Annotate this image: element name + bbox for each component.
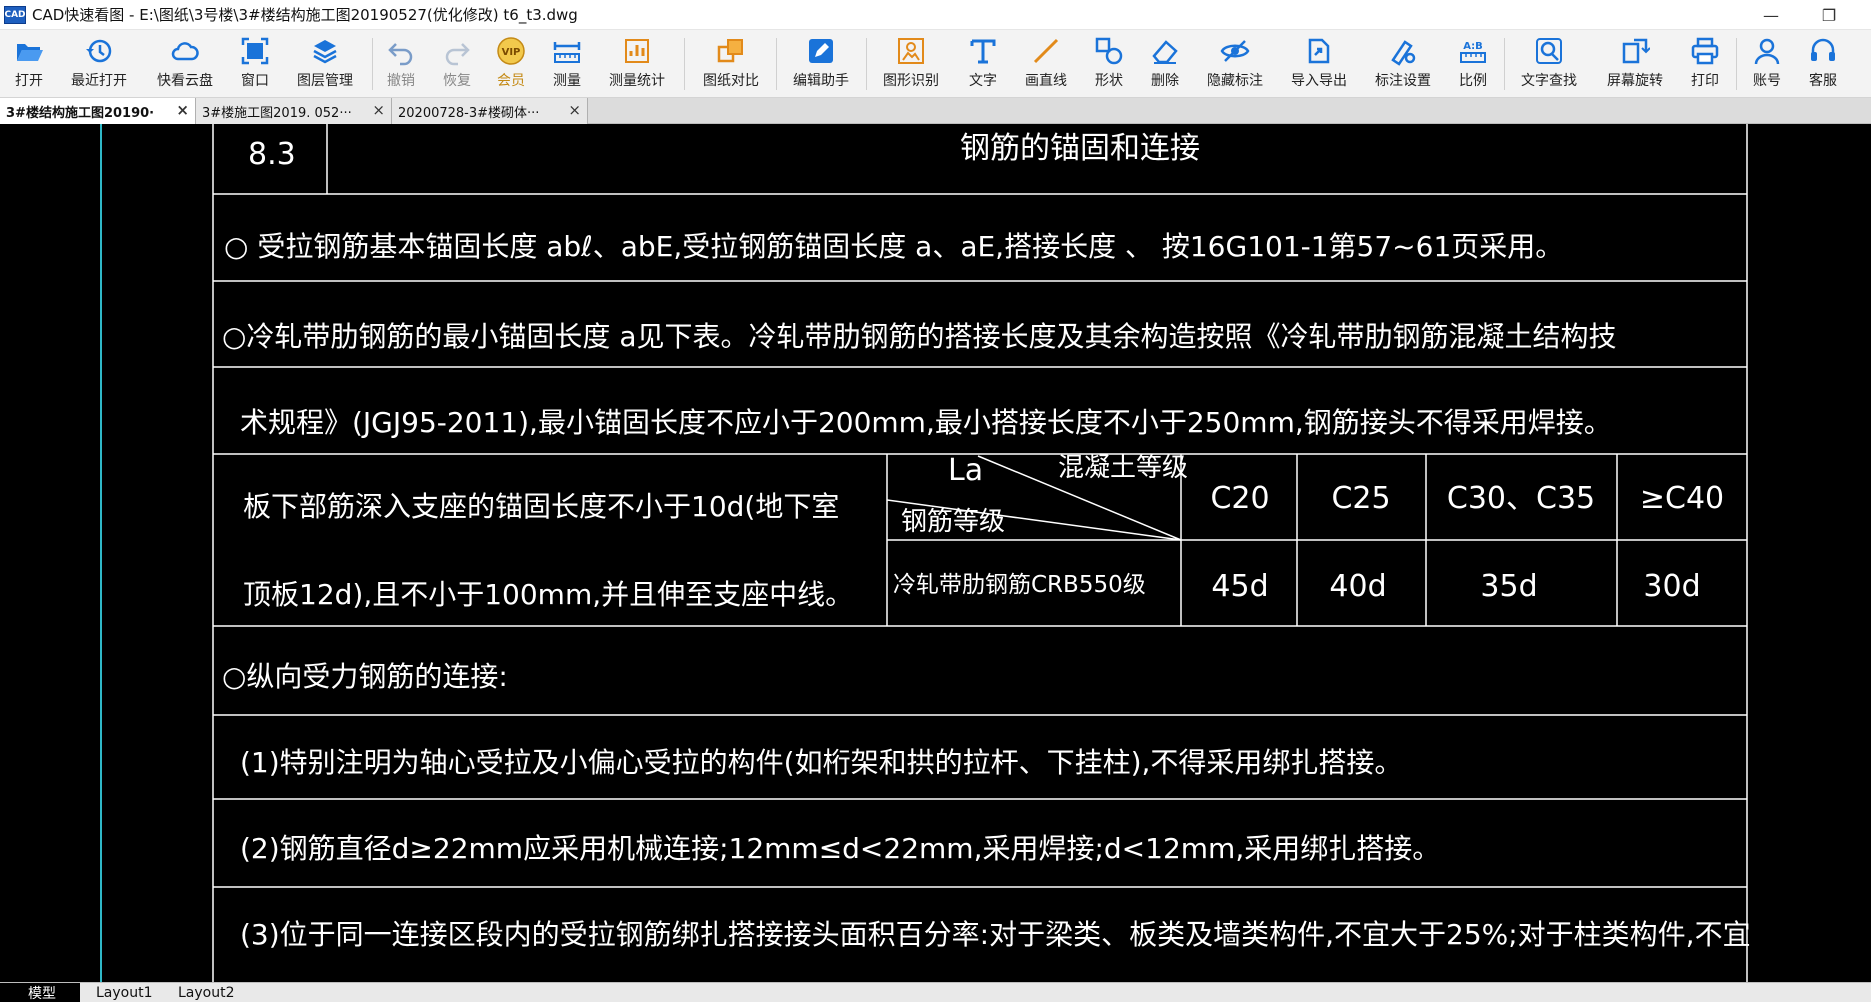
rotate-icon <box>1622 38 1650 64</box>
draw-line-button[interactable]: 画直线 <box>1022 32 1070 96</box>
spec-line-1: ○ 受拉钢筋基本锚固长度 abℓ、abE,受拉钢筋锚固长度 a、aE,搭接长度 … <box>224 230 1563 263</box>
steel-type: 冷轧带肋钢筋CRB550级 <box>893 572 1146 598</box>
customer-service-button[interactable]: 客服 <box>1806 32 1840 96</box>
text-tool-button[interactable]: 文字 <box>966 32 1000 96</box>
spec-line-7: (1)特别注明为轴心受拉及小偏心受拉的构件(如桁架和拱的拉杆、下挂柱),不得采用… <box>240 746 1402 779</box>
grade-c20: C20 <box>1210 481 1269 516</box>
folder-open-icon <box>17 44 43 61</box>
section-number: 8.3 <box>248 137 296 172</box>
title-bar: CAD CAD快速看图 - E:\图纸\3号楼\3#楼结构施工图20190527… <box>0 0 1871 30</box>
value-c40: 30d <box>1643 569 1700 604</box>
compare-icon <box>717 39 743 63</box>
viewport-button[interactable]: 窗口 <box>238 32 272 96</box>
model-tab[interactable]: 模型 <box>0 983 80 1002</box>
svg-text:VIP: VIP <box>502 47 521 58</box>
spec-line-5: 顶板12d),且不小于100mm,并且伸至支座中线。 <box>243 578 853 611</box>
user-icon <box>1754 38 1780 65</box>
grade-c25: C25 <box>1331 481 1390 516</box>
import-export-icon <box>1308 38 1330 64</box>
measure-icon <box>553 42 581 63</box>
line-icon <box>1033 38 1059 64</box>
minimize-button[interactable]: — <box>1748 0 1794 30</box>
close-icon[interactable]: × <box>176 101 189 119</box>
history-icon <box>86 39 112 63</box>
spec-line-6: ○纵向受力钢筋的连接: <box>222 660 508 693</box>
edit-helper-button[interactable]: 编辑助手 <box>790 32 852 96</box>
drawing-canvas[interactable]: 8.3 钢筋的锚固和连接 ○ 受拉钢筋基本锚固长度 abℓ、abE,受拉钢筋锚固… <box>0 124 1871 982</box>
scale-button[interactable]: A:B 比例 <box>1456 32 1490 96</box>
file-tab-bar: 3#楼结构施工图20190· × 3#楼施工图2019. 052··· × 20… <box>0 98 1871 124</box>
shape-icon <box>1095 37 1123 65</box>
import-export-button[interactable]: 导入导出 <box>1288 32 1350 96</box>
toolbar: 打开 最近打开 快看云盘 窗口 图层管理 撤销 恢复 VIP 会员 测量 测量统… <box>0 30 1871 98</box>
file-tab-2[interactable]: 3#楼施工图2019. 052··· × <box>196 98 392 124</box>
layers-icon <box>313 40 337 64</box>
undo-icon <box>388 43 413 66</box>
close-icon[interactable]: × <box>568 101 581 119</box>
measure-stats-button[interactable]: 测量统计 <box>606 32 668 96</box>
spec-line-3: 术规程》(JGJ95-2011),最小锚固长度不应小于200mm,最小搭接长度不… <box>240 406 1612 439</box>
text-search-button[interactable]: 文字查找 <box>1518 32 1580 96</box>
layout2-tab[interactable]: Layout2 <box>178 983 235 1002</box>
eye-hidden-icon <box>1220 40 1250 62</box>
section-title: 钢筋的锚固和连接 <box>960 131 1200 166</box>
close-icon[interactable]: × <box>372 101 385 119</box>
spec-line-9: (3)位于同一连接区段内的受拉钢筋绑扎搭接接头面积百分率:对于梁类、板类及墙类构… <box>240 918 1751 951</box>
measure-button[interactable]: 测量 <box>550 32 584 96</box>
steel-grade-header: 钢筋等级 <box>901 507 1005 537</box>
svg-text:A:B: A:B <box>1463 41 1483 52</box>
recent-button[interactable]: 最近打开 <box>66 32 132 96</box>
redo-icon <box>445 43 470 66</box>
spec-line-8: (2)钢筋直径d≥22mm应采用机械连接;12mm≤d<22mm,采用焊接;d<… <box>240 832 1440 865</box>
grade-c30-c35: C30、C35 <box>1447 481 1595 516</box>
rotate-screen-button[interactable]: 屏幕旋转 <box>1604 32 1666 96</box>
printer-icon <box>1691 37 1719 65</box>
mark-settings-button[interactable]: 标注设置 <box>1372 32 1434 96</box>
scale-icon: A:B <box>1460 41 1486 63</box>
measure-stats-icon <box>625 39 649 63</box>
shape-button[interactable]: 形状 <box>1092 32 1126 96</box>
compare-button[interactable]: 图纸对比 <box>700 32 762 96</box>
vip-button[interactable]: VIP 会员 <box>494 32 528 96</box>
delete-button[interactable]: 删除 <box>1148 32 1182 96</box>
app-logo-icon: CAD <box>4 5 26 24</box>
la-label: La <box>948 453 983 488</box>
text-search-icon <box>1536 38 1562 64</box>
cad-drawing: 8.3 钢筋的锚固和连接 ○ 受拉钢筋基本锚固长度 abℓ、abE,受拉钢筋锚固… <box>100 124 1751 982</box>
value-c25: 40d <box>1329 569 1386 604</box>
layout1-tab[interactable]: Layout1 <box>96 983 153 1002</box>
viewport-icon <box>241 37 269 65</box>
recognize-button[interactable]: 图形识别 <box>880 32 942 96</box>
spec-line-4: 板下部筋深入支座的锚固长度不小于10d(地下室 <box>243 490 839 523</box>
headset-icon <box>1811 38 1835 61</box>
value-c30-c35: 35d <box>1480 569 1537 604</box>
vip-icon: VIP <box>497 37 525 65</box>
cloud-button[interactable]: 快看云盘 <box>152 32 218 96</box>
print-button[interactable]: 打印 <box>1688 32 1722 96</box>
text-icon <box>970 39 996 64</box>
layers-button[interactable]: 图层管理 <box>292 32 358 96</box>
file-tab-3[interactable]: 20200728-3#楼砌体··· × <box>392 98 588 124</box>
open-button[interactable]: 打开 <box>10 32 48 96</box>
cloud-icon <box>171 42 199 61</box>
redo-button[interactable]: 恢复 <box>440 32 474 96</box>
concrete-grade-header: 混凝土等级 <box>1058 453 1188 483</box>
layout-tab-bar: 模型 Layout1 Layout2 <box>0 982 1871 1002</box>
eraser-icon <box>1152 40 1178 64</box>
undo-button[interactable]: 撤销 <box>384 32 418 96</box>
restore-button[interactable]: ❐ <box>1806 0 1852 30</box>
grade-c40: ≥C40 <box>1640 481 1724 516</box>
spec-line-2: ○冷轧带肋钢筋的最小锚固长度 a见下表。冷轧带肋钢筋的搭接长度及其余构造按照《冷… <box>222 320 1617 353</box>
edit-helper-icon <box>809 39 833 63</box>
window-title: CAD快速看图 - E:\图纸\3号楼\3#楼结构施工图20190527(优化修… <box>32 6 578 24</box>
mark-settings-icon <box>1391 40 1416 66</box>
file-tab-1[interactable]: 3#楼结构施工图20190· × <box>0 98 196 124</box>
account-button[interactable]: 账号 <box>1750 32 1784 96</box>
hide-marks-button[interactable]: 隐藏标注 <box>1204 32 1266 96</box>
shape-recognize-icon <box>898 38 924 64</box>
value-c20: 45d <box>1211 569 1268 604</box>
